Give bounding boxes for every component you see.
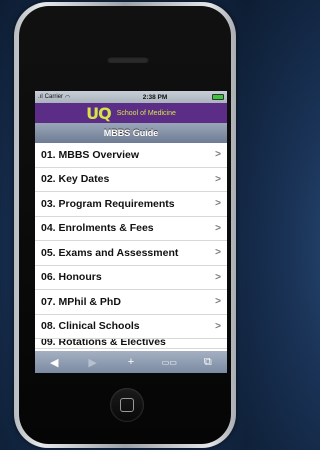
menu-item-label: 05. Exams and Assessment: [41, 246, 179, 259]
menu-item-exams-assessment[interactable]: 05. Exams and Assessment >: [35, 241, 227, 266]
back-arrow-icon[interactable]: ◀: [42, 356, 66, 369]
menu-item-label: 08. Clinical Schools: [41, 320, 140, 333]
chevron-right-icon: >: [215, 296, 221, 308]
menu-item-label: 01. MBBS Overview: [41, 148, 140, 161]
home-button[interactable]: [110, 388, 144, 422]
chevron-right-icon: >: [215, 222, 221, 234]
chevron-right-icon: >: [215, 320, 221, 332]
navigation-bar: MBBS Guide: [35, 123, 227, 143]
phone-screen: .ıl Carrier ◠ 2:38 PM UQ School of Medic…: [35, 91, 227, 373]
carrier-label: Carrier: [44, 94, 64, 100]
menu-item-label: 04. Enrolments & Fees: [41, 222, 154, 235]
browser-toolbar: ◀ ▶ + ▭▭ ⧉: [35, 351, 227, 373]
home-square-icon: [120, 398, 134, 412]
banner-text: School of Medicine: [116, 109, 176, 117]
menu-item-enrolments-fees[interactable]: 04. Enrolments & Fees >: [35, 217, 227, 241]
uq-logo: UQ: [86, 103, 112, 123]
chevron-right-icon: >: [215, 198, 221, 210]
menu-item-mbbs-overview[interactable]: 01. MBBS Overview >: [35, 143, 227, 168]
phone-bezel: .ıl Carrier ◠ 2:38 PM UQ School of Medic…: [19, 6, 231, 444]
chevron-right-icon: >: [215, 149, 221, 161]
chevron-right-icon: >: [215, 271, 221, 283]
menu-item-mphil-phd[interactable]: 07. MPhil & PhD >: [35, 290, 227, 315]
menu-item-label: 07. MPhil & PhD: [41, 295, 121, 308]
menu-item-label: 09. Rotations & Electives: [41, 339, 166, 348]
menu-list: 01. MBBS Overview > 02. Key Dates > 03. …: [35, 143, 227, 349]
add-icon[interactable]: +: [119, 356, 143, 368]
menu-item-honours[interactable]: 06. Honours >: [35, 266, 227, 290]
chevron-right-icon: >: [215, 173, 221, 185]
menu-item-key-dates[interactable]: 02. Key Dates >: [35, 168, 227, 192]
wifi-icon: ◠: [65, 94, 71, 101]
menu-item-label: 02. Key Dates: [41, 173, 110, 186]
menu-item-label: 06. Honours: [41, 271, 102, 284]
iphone-frame: .ıl Carrier ◠ 2:38 PM UQ School of Medic…: [14, 2, 236, 448]
menu-item-clinical-schools[interactable]: 08. Clinical Schools >: [35, 315, 227, 339]
chevron-right-icon: >: [215, 247, 221, 259]
status-time: 2:38 PM: [142, 93, 168, 101]
status-bar: .ıl Carrier ◠ 2:38 PM: [35, 91, 227, 103]
pages-icon[interactable]: ⧉: [196, 356, 220, 369]
battery-icon: [212, 94, 224, 100]
page-title: MBBS Guide: [103, 128, 159, 138]
signal-icon: .ıl: [38, 94, 43, 100]
bookmarks-icon[interactable]: ▭▭: [157, 358, 181, 367]
speaker-icon: [107, 56, 149, 63]
status-left: .ıl Carrier ◠: [38, 94, 98, 101]
menu-item-rotations-electives[interactable]: 09. Rotations & Electives: [35, 339, 227, 349]
forward-arrow-icon[interactable]: ▶: [81, 356, 105, 369]
menu-item-program-requirements[interactable]: 03. Program Requirements >: [35, 192, 227, 217]
menu-item-label: 03. Program Requirements: [41, 197, 175, 210]
school-banner[interactable]: UQ School of Medicine: [35, 103, 227, 123]
